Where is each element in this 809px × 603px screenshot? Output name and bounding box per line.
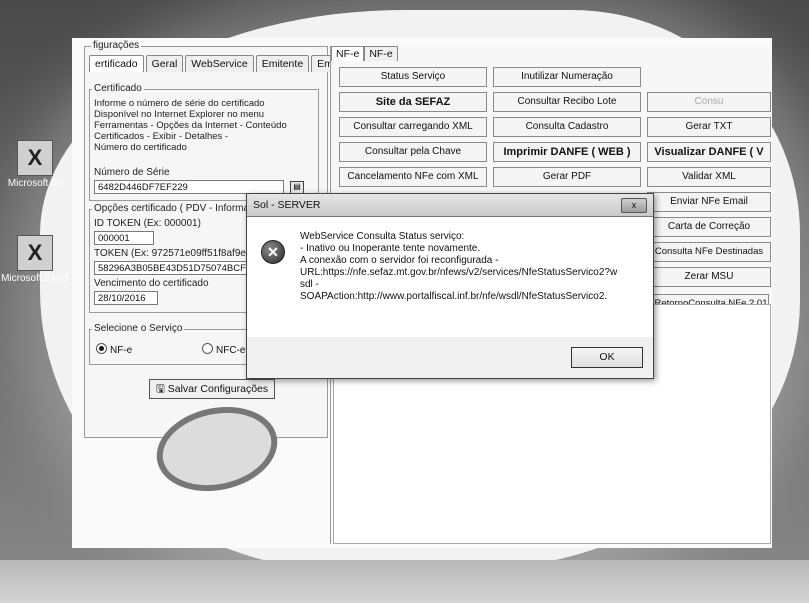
help-line: Ferramentas - Opções da Internet - Conte…	[94, 120, 287, 131]
message-line: URL:https://nfe.sefaz.mt.gov.br/nfews/v2…	[300, 267, 618, 278]
tab-webservice[interactable]: WebService	[185, 55, 254, 72]
nfe-tabs: NF-e NF-e	[331, 46, 398, 61]
message-line: SOAPAction:http://www.portalfiscal.inf.b…	[300, 291, 608, 302]
consultar-button[interactable]: Consu	[647, 92, 771, 112]
save-icon: 🖫	[155, 383, 168, 395]
vencimento-label: Vencimento do certificado	[94, 278, 209, 289]
cancelamento-xml-button[interactable]: Cancelamento NFe com XML	[339, 167, 487, 187]
servico-legend: Selecione o Serviço	[92, 323, 185, 334]
visualizar-danfe-button[interactable]: Visualizar DANFE ( V	[647, 142, 771, 162]
excel-icon: X	[17, 235, 53, 271]
close-icon[interactable]: x	[621, 198, 647, 213]
radio-label: NF-e	[110, 345, 133, 356]
taskbar	[0, 560, 809, 603]
serial-label: Número de Série	[94, 167, 170, 178]
radio-nfce[interactable]: NFC-e	[202, 342, 245, 356]
desktop-icon-label: Microsoft 20	[7, 178, 63, 189]
carta-correcao-button[interactable]: Carta de Correção	[647, 217, 771, 237]
tab-nfe-2[interactable]: NF-e	[364, 46, 398, 61]
consulta-cadastro-button[interactable]: Consulta Cadastro	[493, 117, 641, 137]
help-line: Informe o número de série do certificado	[94, 98, 265, 109]
consultar-recibo-lote-button[interactable]: Consultar Recibo Lote	[493, 92, 641, 112]
id-token-input[interactable]: 000001	[94, 231, 154, 245]
dialog-body: ✕ WebService Consulta Status serviço: - …	[247, 217, 653, 337]
message-line: - Inativo ou Inoperante tente novamente.	[300, 243, 481, 254]
consulta-destinadas-button[interactable]: Consulta NFe Destinadas	[647, 242, 771, 262]
status-servico-button[interactable]: Status Serviço	[339, 67, 487, 87]
certificado-legend: Certificado	[92, 83, 144, 94]
gerar-pdf-button[interactable]: Gerar PDF	[493, 167, 641, 187]
help-line: Disponível no Internet Explorer no menu	[94, 109, 265, 120]
tab-certificado[interactable]: ertificado	[89, 55, 144, 72]
help-line: Número do certificado	[94, 142, 187, 153]
validar-xml-button[interactable]: Validar XML	[647, 167, 771, 187]
error-icon: ✕	[261, 240, 285, 264]
error-dialog: Sol - SERVER x ✕ WebService Consulta Sta…	[246, 193, 654, 379]
radio-label: NFC-e	[216, 345, 246, 356]
gerar-txt-button[interactable]: Gerar TXT	[647, 117, 771, 137]
config-group-title: figurações	[91, 40, 142, 51]
imprimir-danfe-button[interactable]: Imprimir DANFE ( WEB )	[493, 142, 641, 162]
opcoes-legend: Opções certificado ( PDV - Informaç	[92, 203, 257, 214]
enviar-email-button[interactable]: Enviar NFe Email	[647, 192, 771, 212]
inutilizar-numeracao-button[interactable]: Inutilizar Numeração	[493, 67, 641, 87]
token-label: TOKEN (Ex: 972571e09ff51f8af9e6c	[94, 248, 257, 259]
desktop-icon-excel[interactable]: X Microsoft Excel	[0, 235, 70, 284]
config-tabs: ertificado Geral WebService Emitente Ema…	[89, 55, 351, 72]
certificado-group: Certificado Informe o número de série do…	[89, 83, 319, 201]
ok-button[interactable]: OK	[571, 347, 643, 368]
vencimento-input[interactable]: 28/10/2016	[94, 291, 158, 305]
message-line: A conexão com o servidor foi reconfigura…	[300, 255, 499, 266]
zerar-msu-button[interactable]: Zerar MSU	[647, 267, 771, 287]
dialog-title: Sol - SERVER	[253, 199, 321, 211]
tab-emitente[interactable]: Emitente	[255, 55, 310, 72]
dialog-titlebar: Sol - SERVER x	[247, 194, 653, 217]
tab-geral[interactable]: Geral	[145, 55, 184, 72]
save-config-button[interactable]: 🖫 Salvar Configurações	[149, 379, 275, 399]
desktop-icon-label: Microsoft Excel	[1, 273, 69, 284]
save-label: Salvar Configurações	[167, 383, 269, 395]
message-line: sdl -	[300, 279, 319, 290]
id-token-label: ID TOKEN (Ex: 000001)	[94, 218, 201, 229]
desktop-icon-word[interactable]: X Microsoft 20	[0, 140, 70, 189]
tab-nfe[interactable]: NF-e	[331, 46, 365, 61]
radio-nfe[interactable]: NF-e	[96, 342, 132, 356]
help-line: Certificados - Exibir - Detalhes -	[94, 131, 229, 142]
message-line: WebService Consulta Status serviço:	[300, 231, 465, 242]
radio-dot	[96, 343, 107, 354]
excel-icon: X	[17, 140, 53, 176]
serial-input[interactable]: 6482D446DF7EF229	[94, 180, 284, 194]
consultar-xml-button[interactable]: Consultar carregando XML	[339, 117, 487, 137]
site-sefaz-button[interactable]: Site da SEFAZ	[339, 92, 487, 112]
consultar-chave-button[interactable]: Consultar pela Chave	[339, 142, 487, 162]
radio-dot	[202, 343, 213, 354]
